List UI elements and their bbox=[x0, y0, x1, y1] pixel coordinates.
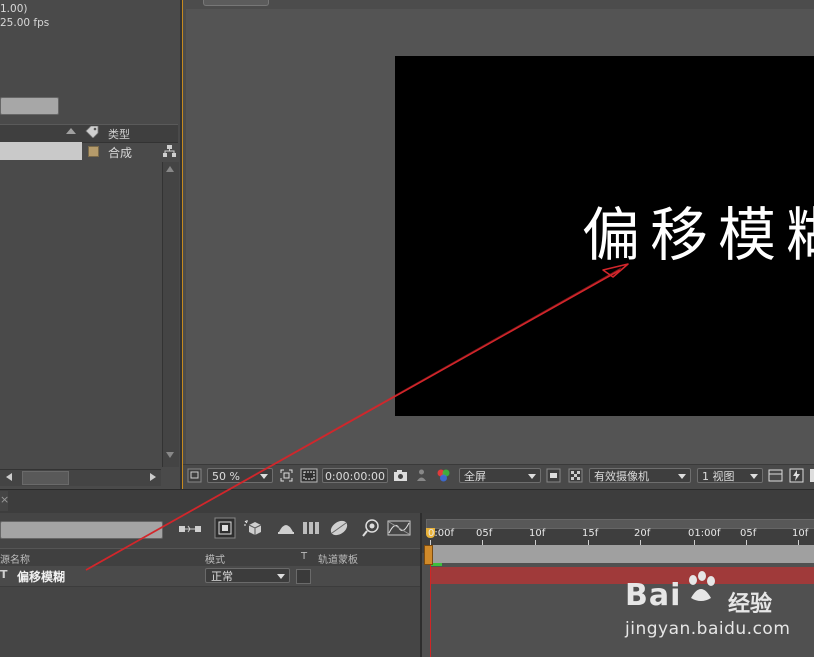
camera-select[interactable]: 有效摄像机 bbox=[589, 468, 691, 483]
track-matte-column[interactable]: 轨道蒙板 bbox=[318, 551, 358, 566]
watermark-url: jingyan.baidu.com bbox=[625, 619, 791, 639]
project-info: 1.00) 25.00 fps bbox=[0, 2, 49, 30]
zoom-select[interactable]: 50 % bbox=[207, 468, 273, 483]
timecode-field[interactable]: 0:00:00:00 bbox=[322, 468, 388, 483]
channel-icon[interactable] bbox=[436, 468, 451, 483]
timeline-search-input[interactable] bbox=[0, 521, 163, 539]
ruler-tick bbox=[430, 540, 431, 545]
brainstorm-icon[interactable] bbox=[360, 518, 382, 538]
project-item-row[interactable] bbox=[0, 142, 82, 160]
toggle-pixel-aspect-icon[interactable] bbox=[768, 468, 783, 483]
ruler-tick-label: 01:00f bbox=[688, 528, 721, 539]
layer-name[interactable]: 偏移模糊 bbox=[17, 568, 65, 585]
ruler-tick bbox=[535, 540, 536, 545]
watermark-brand: Bai bbox=[625, 578, 682, 613]
preserve-transparency-column[interactable]: T bbox=[301, 551, 307, 562]
viewer-text-layer[interactable]: 偏移模糊 bbox=[582, 188, 814, 272]
project-vertical-scrollbar[interactable] bbox=[162, 162, 179, 467]
scrollbar-thumb[interactable] bbox=[22, 471, 69, 485]
ruler-tick-label: 20f bbox=[634, 528, 651, 539]
flowchart-icon[interactable] bbox=[163, 145, 176, 157]
project-search-input[interactable] bbox=[0, 97, 59, 115]
transparency-grid-icon[interactable] bbox=[300, 468, 318, 483]
sort-up-icon[interactable] bbox=[66, 128, 76, 134]
ruler-tick-label: 05f bbox=[740, 528, 757, 539]
tag-icon[interactable] bbox=[85, 126, 99, 138]
ruler-tick bbox=[482, 540, 483, 545]
project-info-line2: 25.00 fps bbox=[0, 17, 50, 29]
comp-mini-flowchart-icon[interactable] bbox=[178, 520, 202, 538]
project-panel bbox=[0, 0, 180, 488]
fast-preview-icon[interactable] bbox=[789, 468, 804, 483]
snapshot-icon[interactable] bbox=[393, 468, 408, 483]
ruler-tick-label: 0:00f bbox=[428, 528, 454, 539]
frame-blending-icon[interactable] bbox=[301, 519, 323, 537]
project-info-line1: 1.00) bbox=[0, 3, 28, 15]
ruler-tick bbox=[694, 540, 695, 545]
scroll-down-icon[interactable] bbox=[166, 452, 174, 458]
hide-shy-layers-icon[interactable] bbox=[276, 520, 296, 536]
preserve-transparency-checkbox[interactable] bbox=[296, 569, 311, 584]
ruler-tick bbox=[640, 540, 641, 545]
fast-previews-icon[interactable] bbox=[546, 468, 561, 483]
ruler-tick bbox=[746, 540, 747, 545]
project-column-header: 类型 bbox=[0, 124, 178, 143]
ruler-tick bbox=[798, 540, 799, 545]
label-color-swatch[interactable] bbox=[88, 146, 99, 157]
mode-column[interactable]: 模式 bbox=[205, 551, 225, 566]
scroll-right-icon[interactable] bbox=[150, 473, 156, 481]
graph-editor-icon[interactable] bbox=[387, 519, 411, 537]
blend-mode-select[interactable]: 正常 bbox=[205, 568, 290, 583]
baidu-paw-logo bbox=[689, 571, 715, 601]
region-of-interest-icon[interactable] bbox=[279, 468, 294, 483]
close-icon[interactable]: × bbox=[0, 493, 9, 506]
watermark-brand-cn: 经验 bbox=[728, 592, 773, 617]
grid-icon[interactable] bbox=[568, 468, 583, 483]
type-column-header[interactable]: 类型 bbox=[108, 126, 130, 142]
scroll-up-icon[interactable] bbox=[166, 166, 174, 172]
ruler-tick-label: 10f bbox=[792, 528, 809, 539]
playhead-handle[interactable] bbox=[424, 545, 433, 565]
text-layer-icon: T bbox=[0, 568, 8, 581]
resolution-select[interactable]: 全屏 bbox=[459, 468, 541, 483]
work-area-bar[interactable] bbox=[426, 545, 814, 563]
project-item-type: 合成 bbox=[108, 146, 133, 160]
ruler-tick-label: 05f bbox=[476, 528, 493, 539]
scroll-left-icon[interactable] bbox=[6, 473, 12, 481]
timeline-tab-bar bbox=[0, 489, 814, 515]
source-name-column[interactable]: 源名称 bbox=[0, 551, 30, 566]
ruler-tick-label: 15f bbox=[582, 528, 599, 539]
draft-3d-icon[interactable] bbox=[243, 519, 263, 537]
always-preview-icon[interactable] bbox=[187, 468, 202, 483]
ruler-tick bbox=[588, 540, 589, 545]
timeline-link-icon[interactable] bbox=[810, 468, 814, 483]
live-update-icon[interactable] bbox=[214, 517, 236, 539]
motion-blur-icon[interactable] bbox=[328, 519, 350, 537]
show-snapshot-icon[interactable] bbox=[414, 468, 429, 483]
view-layout-select[interactable]: 1 视图 bbox=[697, 468, 763, 483]
ruler-tick-label: 10f bbox=[529, 528, 546, 539]
composition-tab[interactable] bbox=[203, 0, 269, 6]
